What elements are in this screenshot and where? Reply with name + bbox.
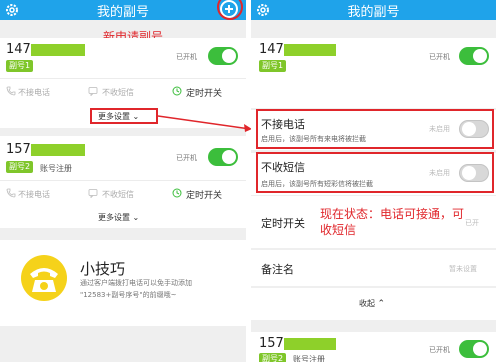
- highlight-box-more: [90, 108, 158, 124]
- number-card-2: 157 副号2 账号注册 已开机: [251, 332, 496, 362]
- message-icon: [88, 87, 98, 96]
- power-toggle[interactable]: [208, 148, 238, 166]
- number-text: 157: [259, 336, 284, 351]
- power-toggle[interactable]: [459, 340, 489, 358]
- message-icon: [88, 189, 98, 198]
- no-calls-action[interactable]: 不接电话: [18, 189, 50, 200]
- page-title: 我的副号: [96, 5, 149, 20]
- setting-title: 备注名: [261, 263, 294, 276]
- status-annotation-line-2: 收短信: [320, 223, 357, 237]
- more-settings-link[interactable]: 更多设置 ⌄: [98, 212, 139, 223]
- setting-state: 暂未设置: [449, 265, 477, 273]
- timer-action[interactable]: 定时开关: [186, 188, 222, 201]
- number-note: 账号注册: [293, 355, 325, 362]
- divider: [0, 78, 246, 79]
- tips-line-2: "12583+副号序号"的前缀哦~: [80, 291, 177, 299]
- no-sms-action[interactable]: 不收短信: [102, 87, 134, 98]
- number-mask: [31, 44, 85, 56]
- page-title: 我的副号: [347, 5, 400, 20]
- right-screen: 我的副号 147 副号1 已开机 不接电话 启用后，该副号所有来电将被拦截 未启…: [251, 0, 496, 362]
- number-mask: [284, 44, 336, 56]
- setting-state: 已开: [465, 219, 479, 227]
- left-screen: 我的副号 新申请副号 147 副号1 已开机 不接电话 不收短信 定时开关 更多…: [0, 0, 246, 362]
- clock-icon: [172, 188, 182, 198]
- collapse-link[interactable]: 收起 ⌃: [359, 298, 385, 309]
- more-settings-label: 更多设置: [98, 213, 130, 222]
- phone-icon: [6, 188, 16, 198]
- status-annotation: 现在状态：电话可接通，可 收短信: [320, 206, 464, 238]
- tips-line-1: 通过客户端拨打电话可以免手动添加: [80, 279, 192, 287]
- number-text: 147: [6, 42, 31, 57]
- number-text: 157: [6, 142, 31, 157]
- clock-icon: [172, 86, 182, 96]
- no-calls-action[interactable]: 不接电话: [18, 87, 50, 98]
- power-state: 已开机: [429, 53, 450, 61]
- number-tag: 副号2: [6, 161, 34, 173]
- divider: [0, 180, 246, 181]
- phone-icon: [6, 86, 16, 96]
- number-card-1: 147 副号1 已开机: [251, 38, 496, 108]
- collapse-row[interactable]: 收起 ⌃: [251, 288, 496, 320]
- phone-tips-icon: [21, 255, 67, 301]
- chevron-down-icon: ⌄: [132, 213, 140, 222]
- power-state: 已开机: [176, 53, 197, 61]
- no-sms-action[interactable]: 不收短信: [102, 189, 134, 200]
- number-note: 账号注册: [40, 164, 72, 173]
- power-state: 已开机: [429, 346, 450, 354]
- highlight-box-no-calls: [256, 109, 494, 149]
- tips-card: 小技巧 通过客户端拨打电话可以免手动添加 "12583+副号序号"的前缀哦~: [0, 240, 246, 326]
- power-state: 已开机: [176, 154, 197, 162]
- collapse-label: 收起: [359, 299, 375, 308]
- number-mask: [31, 144, 85, 156]
- top-bar: 我的副号: [251, 0, 496, 20]
- timer-action[interactable]: 定时开关: [186, 86, 222, 99]
- number-tag: 副号1: [259, 60, 287, 72]
- setting-remark[interactable]: 备注名 暂未设置: [251, 250, 496, 286]
- setting-title: 定时开关: [261, 217, 305, 230]
- top-bar: 我的副号: [0, 0, 246, 20]
- highlight-box-no-sms: [256, 152, 494, 193]
- status-annotation-line-1: 现在状态：电话可接通，可: [320, 207, 465, 221]
- chevron-up-icon: ⌃: [377, 299, 386, 309]
- power-toggle[interactable]: [208, 47, 238, 65]
- number-text: 147: [259, 42, 284, 57]
- number-tag: 副号2: [259, 353, 287, 362]
- tips-title: 小技巧: [80, 260, 126, 278]
- number-card-2: 157 副号2 账号注册 已开机 不接电话 不收短信 定时开关 更多设置 ⌄: [0, 136, 246, 228]
- number-tag: 副号1: [6, 60, 34, 72]
- power-toggle[interactable]: [459, 47, 489, 65]
- number-mask: [284, 338, 336, 350]
